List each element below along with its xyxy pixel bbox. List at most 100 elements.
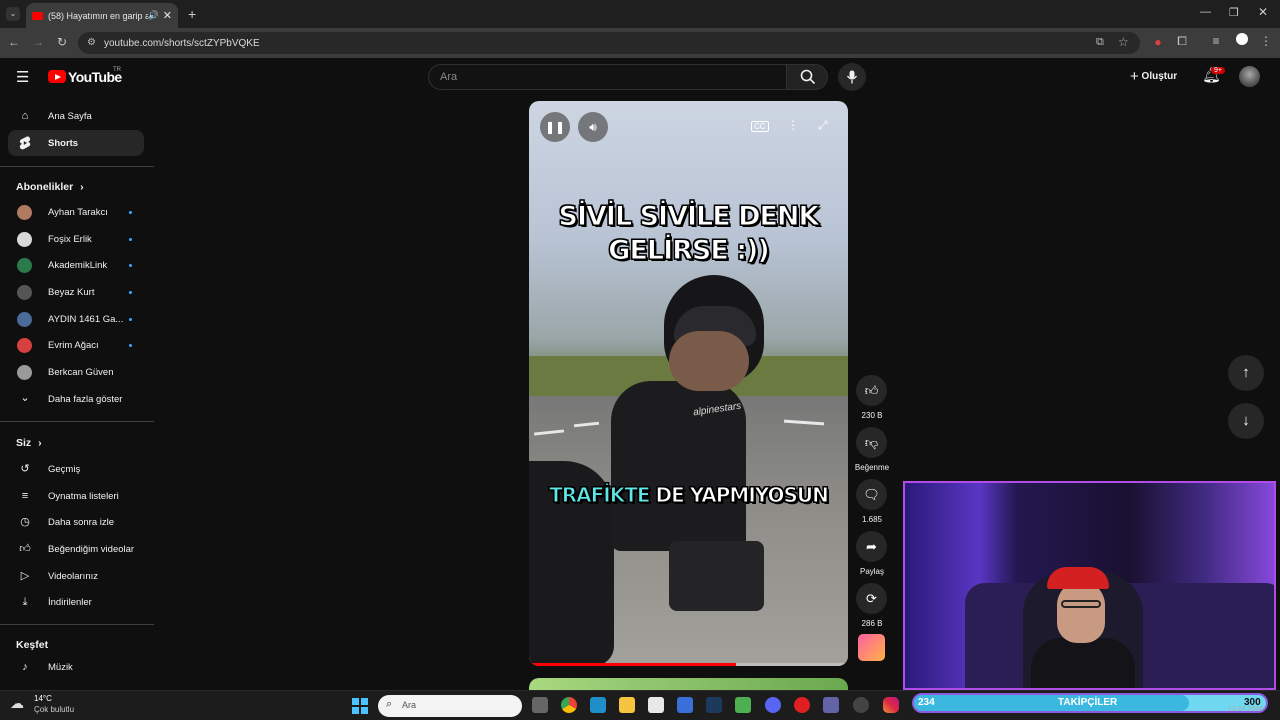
account-avatar[interactable] [1239, 66, 1260, 87]
browser-menu-icon[interactable]: ⋮ [1258, 34, 1274, 48]
hamburger-menu-icon[interactable]: ☰ [16, 68, 29, 86]
close-tab-icon[interactable]: ✕ [163, 9, 172, 22]
dislike-button[interactable]: 👎︎ [856, 427, 887, 458]
discord-icon[interactable] [765, 697, 781, 713]
channel-name: Foşix Erlik [48, 233, 92, 245]
sidebar-item-home[interactable]: ⌂ Ana Sayfa [8, 103, 144, 129]
show-more-button[interactable]: ⌄ Daha fazla göster [8, 386, 144, 412]
address-bar[interactable]: ⚙ youtube.com/shorts/sctZYPbVQKE ⧉ ☆ [78, 32, 1140, 54]
bookmark-star-icon[interactable]: ☆ [1118, 35, 1129, 49]
maximize-button[interactable]: ❐ [1229, 6, 1239, 19]
subscription-item[interactable]: AkademikLink [8, 252, 144, 278]
sidebar-item-label: Shorts [48, 137, 79, 149]
caption-top-line-2: GELİRSE :)) [608, 235, 770, 267]
tab-search-icon[interactable]: ⌄ [6, 7, 20, 21]
youtube-logo-icon[interactable] [48, 70, 66, 83]
weather-icon[interactable]: ☁ [10, 695, 24, 712]
extensions-puzzle-icon[interactable]: ⧠ [1174, 34, 1190, 49]
like-button[interactable]: 👍︎ [856, 375, 887, 406]
comments-button[interactable]: 🗨︎ [856, 479, 887, 510]
subscriptions-heading[interactable]: Abonelikler › [16, 181, 84, 193]
sound-thumbnail[interactable] [858, 634, 885, 661]
steam-icon[interactable] [706, 697, 722, 713]
previous-short-button[interactable]: ↑ [1228, 355, 1264, 391]
site-info-icon[interactable]: ⚙ [87, 37, 96, 48]
share-button[interactable]: ➦ [856, 531, 887, 562]
sidebar-item-downloads[interactable]: ⤓ İndirilenler [8, 589, 144, 615]
new-content-dot [129, 291, 132, 294]
subscription-item[interactable]: Evrim Ağacı [8, 332, 144, 358]
sidebar-item-liked-videos[interactable]: 👍︎ Beğendiğim videolar [8, 536, 144, 562]
webcam-santa-hat [1047, 567, 1109, 589]
volume-button[interactable]: 🔊︎ [578, 112, 608, 142]
minimize-button[interactable]: — [1200, 6, 1211, 18]
webcam-person-body [1031, 638, 1135, 688]
you-heading[interactable]: Siz › [16, 437, 42, 449]
sidebar-item-watch-later[interactable]: ◷ Daha sonra izle [8, 509, 144, 535]
subscription-item[interactable]: Beyaz Kurt [8, 279, 144, 305]
file-explorer-icon[interactable] [619, 697, 635, 713]
download-icon: ⤓ [22, 596, 28, 608]
sidebar-item-playlists[interactable]: ≡ Oynatma listeleri [8, 483, 144, 509]
obs-icon[interactable] [853, 697, 869, 713]
you-title: Siz [16, 437, 32, 449]
chevron-right-icon: › [38, 437, 42, 449]
next-short-button[interactable]: ↓ [1228, 403, 1264, 439]
profile-icon[interactable] [1234, 33, 1250, 48]
windows-start-icon[interactable] [352, 698, 368, 714]
chrome-icon[interactable] [561, 697, 577, 713]
arrow-down-icon: ↓ [1242, 412, 1250, 429]
fullscreen-icon[interactable]: ⤢ [818, 118, 828, 133]
taskbar-search-input[interactable]: ⌕ Ara [378, 695, 522, 717]
sidebar-item-shorts[interactable]: Shorts [8, 130, 144, 156]
audio-icon[interactable]: 🔊 [148, 10, 159, 21]
task-view-icon[interactable] [532, 697, 548, 713]
share-icon: ➦ [866, 539, 877, 554]
reload-icon[interactable]: ↻ [54, 35, 70, 49]
channel-avatar [17, 205, 32, 220]
create-button[interactable]: + Oluştur [1130, 68, 1177, 85]
browser-toolbar: ← → ↻ ⚙ youtube.com/shorts/sctZYPbVQKE ⧉… [0, 28, 1280, 58]
reading-list-icon[interactable]: ≡ [1208, 34, 1224, 48]
forward-icon[interactable]: → [30, 35, 46, 49]
more-options-icon[interactable]: ⋮ [787, 118, 799, 132]
extension-red-icon[interactable]: ● [1150, 35, 1166, 49]
history-icon: ↺ [20, 463, 30, 475]
install-icon[interactable]: ⧉ [1096, 36, 1104, 49]
subscription-item[interactable]: AYDIN 1461 Ga... [8, 306, 144, 332]
weather-temperature[interactable]: 14°C [34, 694, 52, 703]
store-icon[interactable] [648, 697, 664, 713]
country-code: TR [113, 67, 121, 73]
monitor-app-icon[interactable] [590, 697, 606, 713]
channel-name: Ayhan Tarakcı [48, 206, 108, 218]
new-tab-button[interactable]: + [188, 6, 196, 22]
remix-button[interactable]: ⟳ [856, 583, 887, 614]
mail-app-icon[interactable] [677, 697, 693, 713]
sidebar-item-history[interactable]: ↺ Geçmiş [8, 456, 144, 482]
minecraft-icon[interactable] [735, 697, 751, 713]
voice-search-button[interactable] [838, 63, 866, 91]
url-text: youtube.com/shorts/sctZYPbVQKE [104, 37, 260, 49]
captions-icon[interactable]: CC [751, 121, 769, 132]
search-button[interactable] [786, 64, 828, 90]
sidebar-item-label: İndirilenler [48, 596, 92, 608]
video-progress-bar[interactable] [529, 663, 848, 666]
teams-icon[interactable] [823, 697, 839, 713]
sidebar-item-your-videos[interactable]: ▷ Videolarınız [8, 563, 144, 589]
new-content-dot [129, 344, 132, 347]
comment-count: 1.685 [861, 515, 883, 524]
weather-condition[interactable]: Çok bulutlu [34, 705, 74, 714]
tab-youtube[interactable]: (58) Hayatımın en garip anı 🔊 ✕ [26, 3, 178, 28]
subscription-item[interactable]: Berkcan Güven [8, 359, 144, 385]
channel-avatar [17, 365, 32, 380]
back-icon[interactable]: ← [6, 35, 22, 49]
instagram-icon[interactable] [883, 697, 899, 713]
subscription-item[interactable]: Ayhan Tarakcı [8, 199, 144, 225]
pause-button[interactable]: ❚❚ [540, 112, 570, 142]
close-window-button[interactable]: ✕ [1258, 5, 1268, 19]
search-input[interactable]: Ara [428, 64, 786, 90]
shorts-video-player[interactable]: alpinestars ❚❚ 🔊︎ CC ⋮ ⤢ SİVİL SİVİLE DE… [529, 101, 848, 666]
sidebar-item-music[interactable]: ♪ Müzik [8, 654, 144, 680]
youtube-app-icon[interactable] [794, 697, 810, 713]
subscription-item[interactable]: Foşix Erlik [8, 226, 144, 252]
